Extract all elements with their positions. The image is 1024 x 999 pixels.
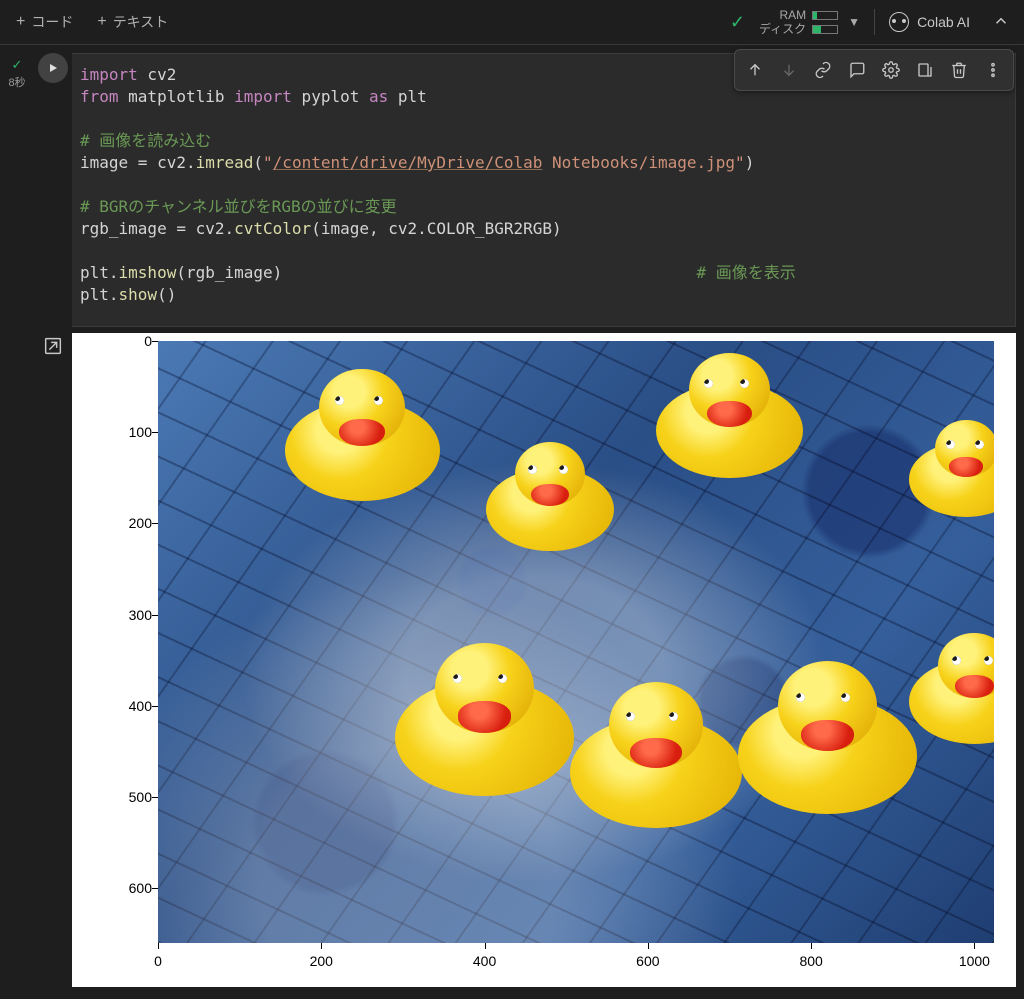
x-tick-label: 1000 xyxy=(959,953,990,969)
colab-ai-button[interactable]: Colab AI xyxy=(889,12,970,32)
x-tick-label: 0 xyxy=(154,953,162,969)
cell-executed-icon: ✓ xyxy=(12,57,23,73)
divider xyxy=(874,9,875,35)
delete-cell-button[interactable] xyxy=(943,54,975,86)
add-code-label: コード xyxy=(31,12,73,32)
x-tick-label: 600 xyxy=(636,953,659,969)
ram-bar xyxy=(812,11,838,20)
resource-indicator[interactable]: RAM ディスク xyxy=(759,8,838,36)
cell-gutter: ✓ 8秒 xyxy=(0,51,34,90)
y-tick-label: 400 xyxy=(112,698,152,714)
link-cell-button[interactable] xyxy=(807,54,839,86)
toolbar: + コード + テキスト ✓ RAM ディスク ▼ Colab AI xyxy=(0,0,1024,45)
y-tick-label: 0 xyxy=(112,333,152,349)
y-tick-label: 500 xyxy=(112,789,152,805)
duck xyxy=(395,643,575,805)
move-cell-up-button[interactable] xyxy=(739,54,771,86)
run-cell-button[interactable] xyxy=(38,53,68,83)
plot-image xyxy=(158,341,994,943)
colab-ai-label: Colab AI xyxy=(917,14,970,30)
cell-more-button[interactable] xyxy=(977,54,1009,86)
ram-label: RAM xyxy=(780,8,807,22)
disk-label: ディスク xyxy=(759,22,806,36)
cell-toolbar xyxy=(734,49,1014,91)
duck xyxy=(285,369,440,509)
collapse-header-button[interactable] xyxy=(984,8,1018,37)
y-tick-label: 300 xyxy=(112,607,152,623)
x-tick-label: 200 xyxy=(310,953,333,969)
cell-settings-button[interactable] xyxy=(875,54,907,86)
status-check-icon: ✓ xyxy=(730,12,745,33)
cell-output: 0 100 200 300 400 500 600 0 200 400 600 800 1000 xyxy=(0,333,1024,987)
disk-bar xyxy=(812,25,838,34)
x-tick-label: 400 xyxy=(473,953,496,969)
resource-dropdown-icon[interactable]: ▼ xyxy=(848,15,860,29)
add-code-button[interactable]: + コード xyxy=(6,6,83,38)
duck xyxy=(486,442,613,557)
duck xyxy=(656,353,803,485)
code-cell: ✓ 8秒 import cv2 from matplotlib import p… xyxy=(0,51,1024,327)
duck xyxy=(738,661,918,823)
y-tick-label: 100 xyxy=(112,424,152,440)
plus-icon: + xyxy=(97,14,106,30)
add-text-button[interactable]: + テキスト xyxy=(87,6,178,38)
plus-icon: + xyxy=(16,14,25,30)
y-tick-label: 200 xyxy=(112,515,152,531)
duck xyxy=(909,633,994,751)
comment-cell-button[interactable] xyxy=(841,54,873,86)
add-text-label: テキスト xyxy=(113,12,169,32)
code-editor[interactable]: import cv2 from matplotlib import pyplot… xyxy=(72,53,1016,327)
cell-exec-time: 8秒 xyxy=(8,74,25,90)
mirror-cell-button[interactable] xyxy=(909,54,941,86)
collapse-output-button[interactable] xyxy=(42,335,64,987)
move-cell-down-button xyxy=(773,54,805,86)
y-tick-label: 600 xyxy=(112,880,152,896)
matplotlib-output: 0 100 200 300 400 500 600 0 200 400 600 800 1000 xyxy=(72,333,1016,987)
colab-ai-icon xyxy=(889,12,909,32)
duck xyxy=(909,420,994,523)
duck xyxy=(570,682,741,836)
x-tick-label: 800 xyxy=(799,953,822,969)
